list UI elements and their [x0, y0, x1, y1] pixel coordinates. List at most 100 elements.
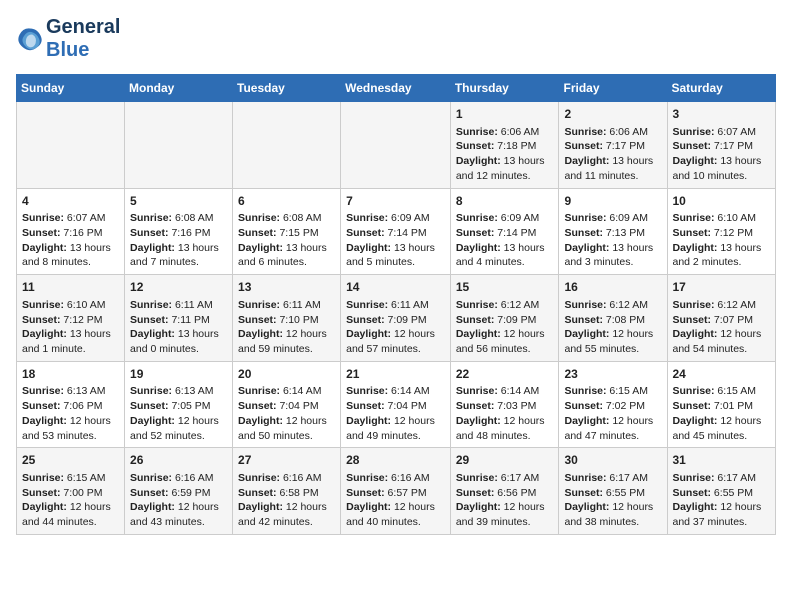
day-info-line: Sunset: 7:05 PM — [130, 399, 227, 414]
calendar-week-row: 4Sunrise: 6:07 AMSunset: 7:16 PMDaylight… — [17, 188, 776, 275]
day-info-line: Sunrise: 6:16 AM — [238, 471, 335, 486]
weekday-header-tuesday: Tuesday — [233, 75, 341, 102]
calendar-week-row: 1Sunrise: 6:06 AMSunset: 7:18 PMDaylight… — [17, 102, 776, 189]
page-header: General Blue — [16, 16, 776, 62]
day-number: 27 — [238, 452, 335, 469]
day-info-line: Daylight: 12 hours and 43 minutes. — [130, 500, 227, 529]
day-info-line: Daylight: 13 hours and 12 minutes. — [456, 154, 554, 183]
calendar-cell: 18Sunrise: 6:13 AMSunset: 7:06 PMDayligh… — [17, 361, 125, 448]
day-number: 17 — [673, 279, 771, 296]
calendar-cell: 22Sunrise: 6:14 AMSunset: 7:03 PMDayligh… — [450, 361, 559, 448]
day-info-line: Sunset: 6:55 PM — [564, 486, 661, 501]
calendar-cell: 19Sunrise: 6:13 AMSunset: 7:05 PMDayligh… — [125, 361, 233, 448]
day-info-line: Daylight: 12 hours and 52 minutes. — [130, 414, 227, 443]
day-number: 8 — [456, 193, 554, 210]
calendar-cell: 25Sunrise: 6:15 AMSunset: 7:00 PMDayligh… — [17, 448, 125, 535]
day-info-line: Sunrise: 6:08 AM — [238, 211, 335, 226]
calendar-table: SundayMondayTuesdayWednesdayThursdayFrid… — [16, 74, 776, 535]
day-info-line: Sunset: 7:02 PM — [564, 399, 661, 414]
weekday-header-sunday: Sunday — [17, 75, 125, 102]
calendar-cell: 26Sunrise: 6:16 AMSunset: 6:59 PMDayligh… — [125, 448, 233, 535]
day-info-line: Daylight: 12 hours and 55 minutes. — [564, 327, 661, 356]
logo-icon — [16, 25, 44, 53]
calendar-cell: 10Sunrise: 6:10 AMSunset: 7:12 PMDayligh… — [667, 188, 776, 275]
day-info-line: Daylight: 13 hours and 6 minutes. — [238, 241, 335, 270]
calendar-cell: 6Sunrise: 6:08 AMSunset: 7:15 PMDaylight… — [233, 188, 341, 275]
day-info-line: Sunrise: 6:07 AM — [673, 125, 771, 140]
day-info-line: Daylight: 12 hours and 57 minutes. — [346, 327, 445, 356]
day-info-line: Daylight: 13 hours and 3 minutes. — [564, 241, 661, 270]
day-number: 15 — [456, 279, 554, 296]
day-info-line: Sunrise: 6:12 AM — [564, 298, 661, 313]
calendar-cell: 8Sunrise: 6:09 AMSunset: 7:14 PMDaylight… — [450, 188, 559, 275]
day-info-line: Daylight: 12 hours and 45 minutes. — [673, 414, 771, 443]
weekday-header-row: SundayMondayTuesdayWednesdayThursdayFrid… — [17, 75, 776, 102]
day-info-line: Sunset: 7:09 PM — [346, 313, 445, 328]
day-info-line: Sunrise: 6:12 AM — [673, 298, 771, 313]
day-info-line: Daylight: 12 hours and 40 minutes. — [346, 500, 445, 529]
day-info-line: Sunset: 7:03 PM — [456, 399, 554, 414]
day-number: 25 — [22, 452, 119, 469]
day-info-line: Daylight: 12 hours and 39 minutes. — [456, 500, 554, 529]
day-info-line: Sunrise: 6:10 AM — [673, 211, 771, 226]
logo: General Blue — [16, 16, 120, 62]
day-info-line: Sunrise: 6:14 AM — [346, 384, 445, 399]
weekday-header-monday: Monday — [125, 75, 233, 102]
day-info-line: Daylight: 13 hours and 0 minutes. — [130, 327, 227, 356]
calendar-cell: 12Sunrise: 6:11 AMSunset: 7:11 PMDayligh… — [125, 275, 233, 362]
calendar-week-row: 11Sunrise: 6:10 AMSunset: 7:12 PMDayligh… — [17, 275, 776, 362]
day-number: 14 — [346, 279, 445, 296]
calendar-cell: 13Sunrise: 6:11 AMSunset: 7:10 PMDayligh… — [233, 275, 341, 362]
weekday-header-friday: Friday — [559, 75, 667, 102]
calendar-cell — [17, 102, 125, 189]
day-info-line: Sunset: 7:08 PM — [564, 313, 661, 328]
day-info-line: Sunrise: 6:07 AM — [22, 211, 119, 226]
day-info-line: Daylight: 12 hours and 54 minutes. — [673, 327, 771, 356]
calendar-cell: 5Sunrise: 6:08 AMSunset: 7:16 PMDaylight… — [125, 188, 233, 275]
calendar-cell: 28Sunrise: 6:16 AMSunset: 6:57 PMDayligh… — [341, 448, 451, 535]
calendar-cell: 7Sunrise: 6:09 AMSunset: 7:14 PMDaylight… — [341, 188, 451, 275]
day-info-line: Sunset: 7:16 PM — [130, 226, 227, 241]
calendar-cell — [341, 102, 451, 189]
calendar-week-row: 18Sunrise: 6:13 AMSunset: 7:06 PMDayligh… — [17, 361, 776, 448]
day-info-line: Sunset: 7:12 PM — [673, 226, 771, 241]
day-info-line: Sunset: 7:14 PM — [346, 226, 445, 241]
calendar-cell: 27Sunrise: 6:16 AMSunset: 6:58 PMDayligh… — [233, 448, 341, 535]
day-number: 18 — [22, 366, 119, 383]
day-info-line: Sunrise: 6:09 AM — [346, 211, 445, 226]
day-number: 11 — [22, 279, 119, 296]
day-info-line: Daylight: 12 hours and 59 minutes. — [238, 327, 335, 356]
calendar-cell: 3Sunrise: 6:07 AMSunset: 7:17 PMDaylight… — [667, 102, 776, 189]
calendar-cell: 31Sunrise: 6:17 AMSunset: 6:55 PMDayligh… — [667, 448, 776, 535]
day-number: 23 — [564, 366, 661, 383]
day-info-line: Sunset: 7:13 PM — [564, 226, 661, 241]
day-number: 5 — [130, 193, 227, 210]
day-info-line: Daylight: 12 hours and 48 minutes. — [456, 414, 554, 443]
day-number: 7 — [346, 193, 445, 210]
day-info-line: Sunset: 6:56 PM — [456, 486, 554, 501]
weekday-header-thursday: Thursday — [450, 75, 559, 102]
day-info-line: Sunrise: 6:11 AM — [238, 298, 335, 313]
day-number: 13 — [238, 279, 335, 296]
day-info-line: Sunset: 7:18 PM — [456, 139, 554, 154]
day-info-line: Sunset: 7:14 PM — [456, 226, 554, 241]
calendar-cell: 29Sunrise: 6:17 AMSunset: 6:56 PMDayligh… — [450, 448, 559, 535]
day-info-line: Daylight: 12 hours and 53 minutes. — [22, 414, 119, 443]
day-info-line: Sunset: 7:15 PM — [238, 226, 335, 241]
day-info-line: Daylight: 13 hours and 7 minutes. — [130, 241, 227, 270]
calendar-cell: 2Sunrise: 6:06 AMSunset: 7:17 PMDaylight… — [559, 102, 667, 189]
day-info-line: Sunset: 7:00 PM — [22, 486, 119, 501]
day-number: 31 — [673, 452, 771, 469]
day-number: 10 — [673, 193, 771, 210]
day-info-line: Sunrise: 6:15 AM — [564, 384, 661, 399]
day-number: 30 — [564, 452, 661, 469]
day-info-line: Daylight: 12 hours and 42 minutes. — [238, 500, 335, 529]
calendar-cell: 23Sunrise: 6:15 AMSunset: 7:02 PMDayligh… — [559, 361, 667, 448]
day-info-line: Sunrise: 6:09 AM — [564, 211, 661, 226]
day-info-line: Sunrise: 6:06 AM — [564, 125, 661, 140]
calendar-cell: 4Sunrise: 6:07 AMSunset: 7:16 PMDaylight… — [17, 188, 125, 275]
calendar-cell: 16Sunrise: 6:12 AMSunset: 7:08 PMDayligh… — [559, 275, 667, 362]
day-info-line: Sunset: 7:11 PM — [130, 313, 227, 328]
day-number: 20 — [238, 366, 335, 383]
day-info-line: Daylight: 13 hours and 2 minutes. — [673, 241, 771, 270]
